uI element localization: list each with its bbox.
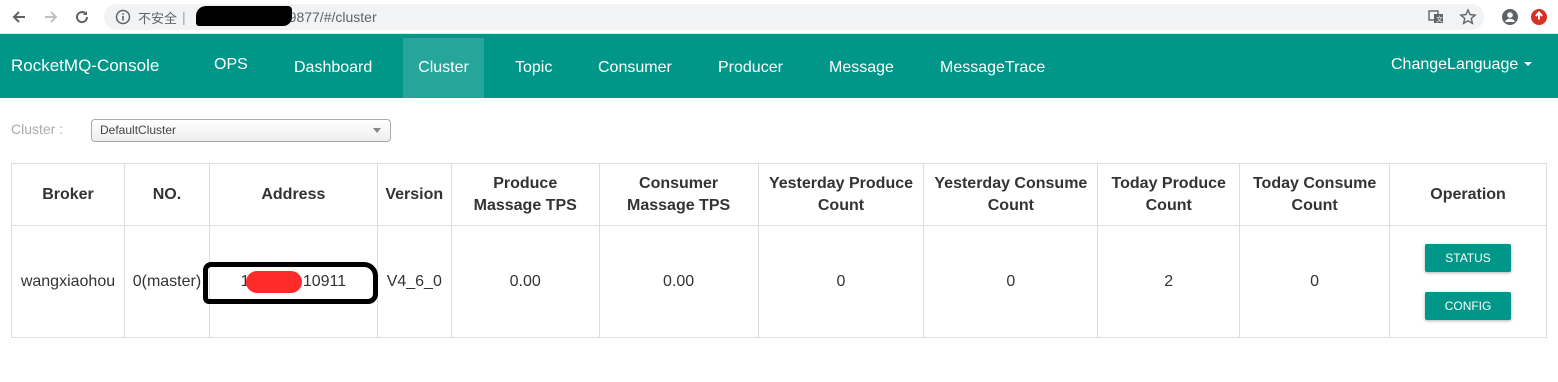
change-language-dropdown[interactable]: ChangeLanguage — [1391, 56, 1533, 74]
translate-icon[interactable]: 文 — [1425, 6, 1447, 28]
cell-consumer-tps: 0.00 — [598, 225, 759, 338]
address-bar[interactable]: 不安全 | 9877/#/cluster — [104, 4, 1484, 30]
header-yesterday-consume: Yesterday Consume Count — [923, 163, 1099, 226]
nav-item-message[interactable]: Message — [814, 38, 909, 98]
cluster-selected-value: DefaultCluster — [100, 123, 177, 137]
cell-broker: wangxiaohou — [11, 225, 125, 338]
url-redaction — [196, 6, 292, 26]
header-version: Version — [376, 163, 452, 226]
config-button[interactable]: CONFIG — [1425, 291, 1512, 320]
info-icon[interactable] — [115, 9, 131, 25]
address-redaction — [245, 271, 302, 293]
url-separator: | — [182, 9, 186, 25]
header-consumer-tps: Consumer Massage TPS — [598, 163, 759, 226]
header-produce-tps: Produce Massage TPS — [450, 163, 600, 226]
header-no: NO. — [123, 163, 210, 226]
star-icon[interactable] — [1457, 6, 1479, 28]
nav-item-cluster[interactable]: Cluster — [403, 38, 484, 98]
caret-down-icon — [1524, 61, 1533, 66]
cell-today-consume: 0 — [1239, 225, 1391, 338]
reload-icon[interactable] — [71, 6, 93, 28]
back-arrow-icon[interactable] — [8, 6, 30, 28]
cluster-select[interactable]: DefaultCluster — [91, 119, 391, 142]
dropdown-arrow-icon — [373, 128, 381, 133]
cell-version: V4_6_0 — [376, 225, 452, 338]
header-address: Address — [208, 163, 378, 226]
cell-yesterday-produce: 0 — [757, 225, 925, 338]
cell-operation: STATUS CONFIG — [1389, 225, 1547, 338]
header-operation: Operation — [1389, 163, 1547, 226]
insecure-label: 不安全 — [138, 11, 178, 27]
brand-title[interactable]: RocketMQ-Console — [11, 56, 159, 76]
nav-item-dashboard[interactable]: Dashboard — [279, 38, 387, 98]
cell-produce-tps: 0.00 — [450, 225, 600, 338]
cluster-label: Cluster : — [11, 121, 64, 137]
forward-arrow-icon[interactable] — [40, 6, 62, 28]
update-icon[interactable] — [1528, 6, 1550, 28]
header-yesterday-produce: Yesterday Produce Count — [757, 163, 925, 226]
url-text: 9877/#/cluster — [288, 9, 377, 25]
cell-yesterday-consume: 0 — [923, 225, 1099, 338]
change-language-label: ChangeLanguage — [1391, 56, 1519, 73]
nav-item-producer[interactable]: Producer — [703, 38, 798, 98]
nav-item-messagetrace[interactable]: MessageTrace — [925, 38, 1060, 98]
account-icon[interactable] — [1499, 6, 1521, 28]
nav-item-ops[interactable]: OPS — [199, 38, 263, 98]
app-navbar: RocketMQ-Console OPS Dashboard Cluster T… — [0, 34, 1558, 98]
cell-today-produce: 2 — [1097, 225, 1241, 338]
header-today-produce: Today Produce Count — [1097, 163, 1241, 226]
header-today-consume: Today Consume Count — [1239, 163, 1391, 226]
nav-item-topic[interactable]: Topic — [500, 38, 567, 98]
svg-text:文: 文 — [1436, 15, 1443, 24]
broker-table: Broker NO. Address Version Produce Massa… — [11, 163, 1547, 338]
table-row: wangxiaohou 0(master) 123. .34:10911 V4_… — [11, 225, 1547, 338]
status-button[interactable]: STATUS — [1425, 243, 1512, 272]
header-broker: Broker — [11, 163, 125, 226]
browser-toolbar: 不安全 | 9877/#/cluster 文 — [0, 0, 1558, 34]
cell-no: 0(master) — [123, 225, 210, 338]
nav-item-consumer[interactable]: Consumer — [583, 38, 687, 98]
table-header-row: Broker NO. Address Version Produce Massa… — [11, 163, 1547, 226]
cell-address: 123. .34:10911 — [202, 225, 378, 338]
